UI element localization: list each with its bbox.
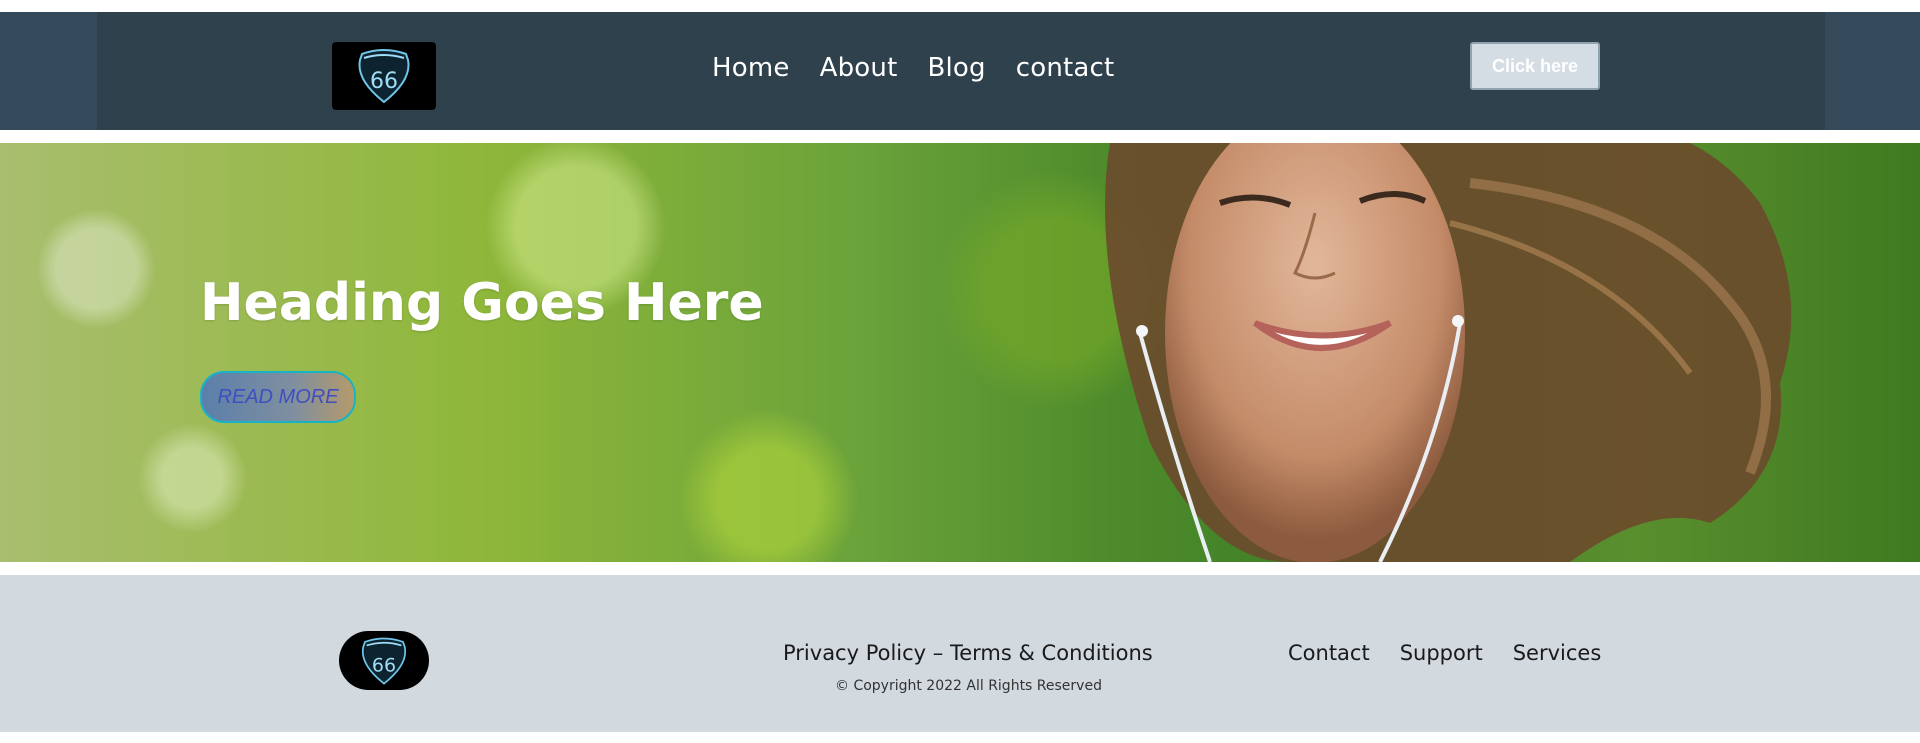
copyright-text: © Copyright 2022 All Rights Reserved [835, 678, 1102, 694]
terms-link[interactable]: Terms & Conditions [950, 641, 1153, 665]
footer-nav: Contact Support Services [1288, 641, 1601, 665]
site-footer: 66 Privacy Policy – Terms & Conditions ©… [0, 575, 1920, 732]
svg-text:66: 66 [370, 69, 398, 94]
footer-services-link[interactable]: Services [1513, 641, 1602, 665]
route-shield-icon: 66 [358, 49, 410, 104]
svg-text:66: 66 [372, 654, 396, 676]
route-shield-icon: 66 [361, 637, 407, 685]
main-nav: Home About Blog contact [712, 50, 1114, 86]
footer-contact-link[interactable]: Contact [1288, 641, 1370, 665]
hero-banner: Heading Goes Here READ MORE [0, 143, 1920, 562]
legal-links: Privacy Policy – Terms & Conditions [783, 641, 1153, 665]
privacy-policy-link[interactable]: Privacy Policy [783, 641, 926, 665]
nav-about[interactable]: About [820, 53, 898, 83]
nav-blog[interactable]: Blog [927, 53, 985, 83]
hero-person-image [1105, 143, 1792, 562]
nav-home[interactable]: Home [712, 53, 790, 83]
nav-contact[interactable]: contact [1016, 53, 1115, 83]
legal-separator: – [926, 641, 950, 665]
footer-logo[interactable]: 66 [339, 631, 429, 690]
hero-heading: Heading Goes Here [200, 273, 764, 333]
footer-support-link[interactable]: Support [1400, 641, 1483, 665]
read-more-button[interactable]: READ MORE [200, 371, 356, 423]
site-logo[interactable]: 66 [332, 42, 436, 110]
click-here-button[interactable]: Click here [1470, 42, 1600, 90]
